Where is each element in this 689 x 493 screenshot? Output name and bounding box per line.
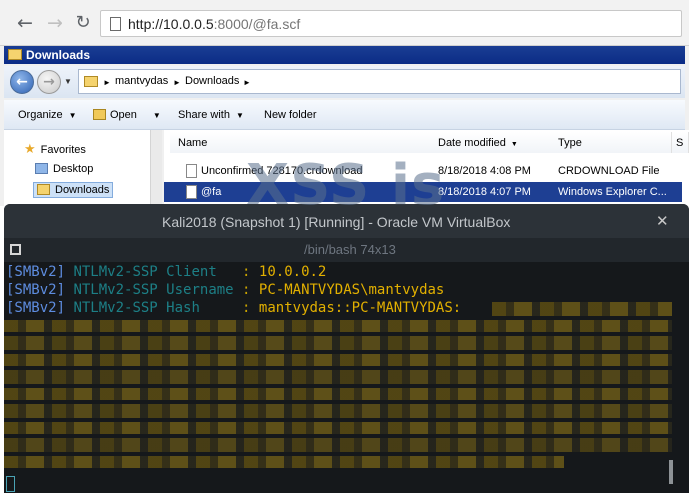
line-value: PC-MANTVYDAS\mantvydas [258, 282, 445, 298]
terminal-line: [SMBv2] NTLMv2-SSP Hash : mantvydas::PC-… [6, 300, 461, 316]
reload-icon[interactable]: ↻ [72, 12, 94, 34]
nav-scrollbar[interactable] [150, 130, 162, 206]
chevron-right-icon[interactable]: ► [103, 78, 111, 87]
explorer-toolbar: Organize ▼ Open ▼ Share with ▼ New folder [4, 100, 685, 130]
navigation-pane: ★ Favorites Desktop Downloads [4, 130, 162, 206]
file-name: @fa [201, 186, 222, 198]
terminal-title: /bin/bash 74x13 [304, 242, 396, 257]
desktop-icon [35, 163, 48, 174]
line-tag: [SMBv2] [6, 264, 66, 280]
file-type: CRDOWNLOAD File [558, 165, 660, 177]
redacted-hash [4, 456, 564, 468]
browser-toolbar: ← → ↻ http://10.0.0.5:8000/@fa.scf [0, 0, 689, 46]
explorer-address-row: ← → ▼ ► mantvydas ► Downloads ► [4, 66, 685, 98]
redacted-hash [4, 354, 672, 366]
back-icon[interactable]: ← [14, 12, 36, 34]
breadcrumb-item[interactable]: mantvydas [115, 75, 168, 87]
chevron-down-icon: ▼ [235, 111, 244, 120]
page-icon [110, 17, 121, 31]
new-folder-button[interactable]: New folder [264, 109, 317, 121]
redacted-hash [492, 302, 672, 316]
line-colon: : [242, 300, 251, 316]
url-host: http://10.0.0.5 [128, 16, 214, 32]
column-date-modified[interactable]: Date modified ▼ [430, 132, 552, 153]
downloads-icon [37, 184, 50, 195]
line-tag: [SMBv2] [6, 300, 66, 316]
line-colon: : [242, 282, 251, 298]
star-icon: ★ [24, 142, 36, 157]
line-tag: [SMBv2] [6, 282, 66, 298]
explorer-titlebar: Downloads [4, 46, 685, 64]
column-size[interactable]: S [672, 132, 689, 153]
line-label: NTLMv2-SSP Username [73, 282, 234, 298]
redacted-hash [4, 320, 672, 332]
redacted-hash [4, 388, 672, 400]
chevron-right-icon[interactable]: ► [243, 78, 251, 87]
terminal-line: [SMBv2] NTLMv2-SSP Client : 10.0.0.2 [6, 264, 326, 280]
terminal-scrollbar[interactable] [669, 460, 673, 484]
file-date: 8/18/2018 4:08 PM [438, 165, 531, 177]
url-path: :8000/@fa.scf [213, 16, 301, 32]
forward-icon[interactable]: → [44, 12, 66, 34]
window-title: Downloads [26, 48, 91, 62]
close-icon[interactable]: ✕ [656, 212, 669, 230]
open-label: Open [110, 109, 137, 121]
line-value: mantvydas::PC-MANTVYDAS: [258, 300, 462, 316]
terminal-cursor [6, 476, 15, 492]
explorer-back-button[interactable]: ← [10, 70, 34, 94]
folder-icon [84, 76, 98, 87]
share-with-label: Share with [178, 109, 230, 121]
organize-button[interactable]: Organize ▼ [18, 109, 77, 121]
url-text[interactable]: http://10.0.0.5:8000/@fa.scf [128, 16, 300, 32]
column-name[interactable]: Name [170, 132, 436, 153]
address-bar[interactable]: http://10.0.0.5:8000/@fa.scf [100, 10, 682, 37]
chevron-down-icon: ▼ [152, 111, 161, 120]
redacted-hash [4, 404, 672, 418]
overlay-caption: XSS is [246, 153, 446, 218]
organize-label: Organize [18, 109, 63, 121]
terminal-output[interactable]: [SMBv2] NTLMv2-SSP Client : 10.0.0.2 [SM… [4, 262, 689, 493]
nav-desktop[interactable]: Desktop [35, 163, 93, 175]
file-type: Windows Explorer C... [558, 186, 667, 198]
open-icon [93, 109, 106, 120]
virtualbox-window: Kali2018 (Snapshot 1) [Running] - Oracle… [4, 204, 689, 493]
folder-icon [8, 49, 22, 60]
nav-downloads[interactable]: Downloads [33, 182, 114, 198]
nav-favorites-label: Favorites [40, 144, 86, 156]
nav-downloads-label: Downloads [55, 184, 110, 196]
file-icon [186, 185, 197, 199]
terminal-line: [SMBv2] NTLMv2-SSP Username : PC-MANTVYD… [6, 282, 444, 298]
redacted-hash [4, 336, 672, 350]
line-label: NTLMv2-SSP Hash [73, 300, 234, 316]
breadcrumb[interactable]: ► mantvydas ► Downloads ► [78, 69, 681, 94]
open-button[interactable]: Open ▼ [93, 109, 161, 121]
share-with-button[interactable]: Share with ▼ [178, 109, 244, 121]
nav-desktop-label: Desktop [53, 163, 94, 175]
chevron-right-icon[interactable]: ► [173, 78, 181, 87]
file-date: 8/18/2018 4:07 PM [438, 186, 531, 198]
history-dropdown-icon[interactable]: ▼ [64, 77, 72, 86]
redacted-hash [4, 370, 672, 384]
terminal-header: /bin/bash 74x13 [4, 238, 689, 262]
sort-arrow-icon: ▼ [510, 141, 518, 148]
line-colon: : [242, 264, 251, 280]
nav-favorites[interactable]: ★ Favorites [24, 142, 86, 157]
redacted-hash [4, 438, 672, 452]
breadcrumb-item[interactable]: Downloads [185, 75, 239, 87]
column-type[interactable]: Type [550, 132, 672, 153]
column-date-label: Date modified [438, 137, 506, 149]
line-value: 10.0.0.2 [258, 264, 327, 280]
line-label: NTLMv2-SSP Client [73, 264, 234, 280]
chevron-down-icon: ▼ [68, 111, 77, 120]
terminal-menu-icon[interactable] [10, 244, 21, 255]
explorer-forward-button[interactable]: → [37, 70, 61, 94]
file-icon [186, 164, 197, 178]
redacted-hash [4, 422, 672, 434]
